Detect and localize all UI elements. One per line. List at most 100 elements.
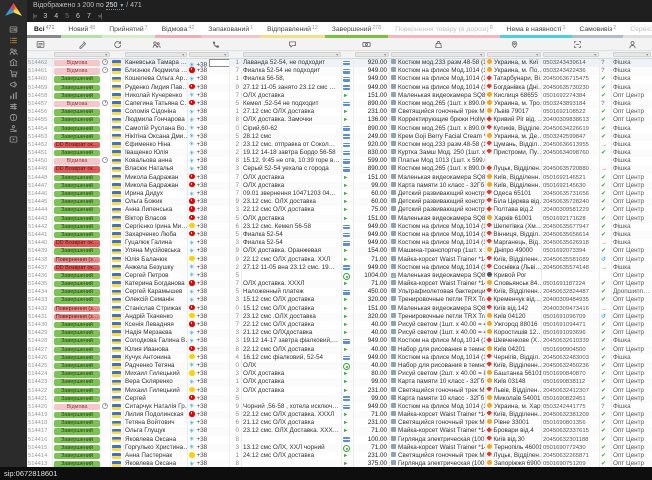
table-row[interactable]: 514458ЗавершенийНиколай Кучеренко✳+387ОЛ… — [27, 92, 652, 100]
sliders-icon[interactable] — [5, 101, 22, 111]
tab-всі[interactable]: Всі471 — [27, 22, 61, 38]
video-icon[interactable] — [5, 134, 22, 144]
table-row[interactable]: 514443ЗавершенийВіктор Власов+385ОЛХ дос… — [27, 215, 652, 223]
column-filter-dropdown[interactable]: ▼ — [391, 52, 485, 57]
page-number-5[interactable]: 5 — [65, 13, 69, 20]
table-row[interactable]: 514438Повернення (з…Юлія Баланюк+38922.1… — [27, 256, 652, 264]
column-header-refresh-icon[interactable] — [111, 38, 124, 50]
tab-нема-в-наявності[interactable]: Нема в наявності1 — [500, 22, 573, 38]
column-header-pin-icon[interactable] — [486, 38, 542, 50]
table-row[interactable]: 514449DD Возврат ок…Власюк Наталья✳+383С… — [27, 165, 652, 173]
table-row[interactable]: 514427ЗавершенийЮлия Иванова+38822.12 см… — [27, 346, 652, 354]
table-row[interactable]: 514461ВідмоваБлизнюк Людмила …+387Фиалка… — [27, 67, 652, 75]
column-header-scan-icon[interactable] — [542, 38, 612, 50]
column-header-phone-icon[interactable] — [188, 38, 242, 50]
last-page-button[interactable]: »| — [98, 13, 101, 20]
column-header-money-icon[interactable] — [342, 38, 390, 50]
tab-відмова[interactable]: Відмова42 — [155, 22, 202, 38]
table-row[interactable]: 514426ЗавершенийКучук Антонина+38416.12 … — [27, 354, 652, 362]
table-row[interactable]: 514444ЗавершенийАнна Липенська+38322.12 … — [27, 206, 652, 214]
tab-запакований[interactable]: Запакований1 — [201, 22, 260, 38]
table-row[interactable]: 514423ЗавершенийВера Скляренко✳+381ОЛХ д… — [27, 378, 652, 386]
page-number-3[interactable]: 3 — [43, 13, 47, 20]
page-size-dropdown[interactable]: 250 ▼ — [106, 2, 125, 10]
tab-прийнятий[interactable]: Прийнятий7 — [102, 22, 154, 38]
table-row[interactable]: 514430ЗавершенийКсенія Левадняя+38722.12… — [27, 321, 652, 329]
column-filter-dropdown[interactable]: ▼ — [189, 52, 229, 57]
table-row[interactable]: 514457ВідмоваСапегина Татьяна С…+385Кеме… — [27, 100, 652, 108]
table-row[interactable]: 514436ЗавершенийСергей Петров✳+3851004.0… — [27, 272, 652, 280]
table-row[interactable]: 514424ЗавершенийМихаил Гилецький+383ОЛХ … — [27, 370, 652, 378]
table-row[interactable]: 514455ЗавершенийЛюдмила Гончарова✳+388ОЛ… — [27, 116, 652, 124]
table-row[interactable]: 514448ЗавершенийМикола Бадражан+387ОЛХ д… — [27, 174, 652, 182]
table-row[interactable]: 514428ЗавершенийСолодкова Галина В…✳+383… — [27, 337, 652, 345]
tab-завершений[interactable]: Завершений278 — [325, 22, 388, 38]
inline-edit-input[interactable] — [209, 59, 230, 67]
table-row[interactable]: 514433ЗавершенийОлексій Семанін✳+38315.1… — [27, 296, 652, 304]
orders-icon[interactable] — [5, 35, 22, 45]
column-filter-dropdown[interactable]: ▼ — [613, 52, 651, 57]
table-row[interactable]: 514460ЗавершенийКошелева Ольга Ар…✳+381Ф… — [27, 75, 652, 83]
column-filter-dropdown[interactable]: ▼ — [125, 52, 187, 57]
page-number-4[interactable]: 4 — [54, 13, 58, 20]
column-header-form-icon[interactable] — [27, 38, 53, 50]
table-row[interactable]: 514413ЗавершенийЯковлева Оксана✳+388►375… — [27, 460, 652, 467]
table-row[interactable]: 514429ЗавершенийНадія Мерзаєва✳+38321.12… — [27, 329, 652, 337]
table-row[interactable]: 514454ЗавершенийСамотій Руслана Во…✳+380… — [27, 125, 652, 133]
table-row[interactable]: 514432Повернення (з…Станіслав Стрижак+38… — [27, 305, 652, 313]
table-row[interactable]: 514419ЗавершенийЛилия Подолинская+38522.… — [27, 411, 652, 419]
table-row[interactable]: 514431Повернення (з…Андрій Ткаченко+3872… — [27, 313, 652, 321]
table-row[interactable]: 514441ЗавершенийЗахарченко Люба+385Фиалк… — [27, 231, 652, 239]
table-row[interactable]: 514415ЗавершенийГоргулько Христина…✳+383… — [27, 444, 652, 452]
table-row[interactable]: 514439ЗавершенийУляна Мусійовська✳+389ОЛ… — [27, 247, 652, 255]
table-row[interactable]: 514445ЗавершенийОльга Божик+38923.12 смс… — [27, 198, 652, 206]
column-filter-dropdown[interactable]: ▼ — [355, 52, 389, 57]
tab-новий[interactable]: Новий48 — [61, 22, 102, 38]
table-row[interactable]: 514422ЗавершенийМихаил Гилецький+383ОЛХ … — [27, 387, 652, 395]
table-row[interactable]: 514440DD Возврат ок…Гуцалюк Галина✳+383Ф… — [27, 239, 652, 247]
column-header-comment-icon[interactable] — [242, 38, 342, 50]
tab-самовивіз[interactable]: Самовивіз2 — [572, 22, 623, 38]
page-number-7[interactable]: 7 — [87, 13, 91, 20]
stats-icon[interactable] — [5, 90, 22, 100]
megaphone-icon[interactable] — [5, 79, 22, 89]
column-header-people-icon[interactable] — [124, 38, 188, 50]
support-icon[interactable] — [5, 123, 22, 133]
info-icon[interactable] — [5, 112, 22, 122]
table-row[interactable]: 514435ЗавершенийКатерина Богданова+387ОЛ… — [27, 280, 652, 288]
dashboard-icon[interactable] — [5, 24, 22, 34]
table-row[interactable]: 514425ЗавершенийРадченко Тетяна✳+380ОЛХ4… — [27, 362, 652, 370]
table-row[interactable]: 514462ВідмоваКаневська Тамара …✳+381Лава… — [27, 59, 652, 67]
table-row[interactable]: 514414ЗавершенийАнна Пастернак+38124.12 … — [27, 452, 652, 460]
page-number-6[interactable]: 6 — [76, 13, 80, 20]
table-row[interactable]: 514418ЗавершенийТетяна Войтович✳+38621.1… — [27, 419, 652, 427]
column-header-bag-icon[interactable] — [390, 38, 486, 50]
table-row[interactable]: 514453ЗавершенийНікітіна Оксана Дми…✳+38… — [27, 133, 652, 141]
column-filter-dropdown[interactable]: ▼ — [54, 52, 110, 57]
table-row[interactable]: 514451ЗавершенийІващенко Юлія✳+38219.12 … — [27, 149, 652, 157]
column-header-person-icon[interactable] — [612, 38, 652, 50]
table-row[interactable]: 514459ЗавершенийРуденко Лидия Пав…+38927… — [27, 84, 652, 92]
table-row[interactable]: 514421ЗавершенийСергей+38599.00Карта пам… — [27, 395, 652, 403]
table-row[interactable]: 514450ВідмоваКовальова анна✳+38815.12. 9… — [27, 157, 652, 165]
column-filter-dropdown[interactable]: ▼ — [543, 52, 599, 57]
clients-icon[interactable] — [5, 46, 22, 56]
table-row[interactable]: 514446ЗавершенийИрина Дидух✳+38709.01 зв… — [27, 190, 652, 198]
table-row[interactable]: 514416ЗавершенийЯковлева Оксана✳+388100.… — [27, 436, 652, 444]
table-row[interactable]: 514447ЗавершенийМикола Бадражан+387ОЛХ д… — [27, 182, 652, 190]
warehouse-icon[interactable] — [5, 57, 22, 67]
table-row[interactable]: 514456ЗавершенийСоломія Сідоніна✳+38127.… — [27, 108, 652, 116]
tab-сервіси[interactable]: Сервіси0 — [623, 22, 652, 38]
table-row[interactable]: 514434ЗавершенийСергей Карамышев✳+385Нал… — [27, 288, 652, 296]
tab-повернення-товару-в-дорозі-[interactable]: Повернення товару (в дорозі)0 — [388, 22, 499, 38]
tab-відправлений[interactable]: Відправлений12 — [260, 22, 325, 38]
column-filter-dropdown[interactable]: ▼ — [243, 52, 341, 57]
table-row[interactable]: 514452DD Возврат ок…Єфименко Ніна✳+38223… — [27, 141, 652, 149]
cart-icon[interactable] — [5, 68, 22, 78]
column-header-pencil-icon[interactable] — [53, 38, 111, 50]
table-row[interactable]: 514417ЗавершенийОльга Глущук✳+38023.12 с… — [27, 427, 652, 435]
table-row[interactable]: 514420ВідмоваСитарчук Наталія Гр…✳+389Чо… — [27, 403, 652, 411]
table-row[interactable]: 514437DD Возврат ок…Анжела Безушку✳+3822… — [27, 264, 652, 272]
column-filter-dropdown[interactable]: ▼ — [487, 52, 541, 57]
first-page-button[interactable]: |« — [33, 13, 36, 20]
